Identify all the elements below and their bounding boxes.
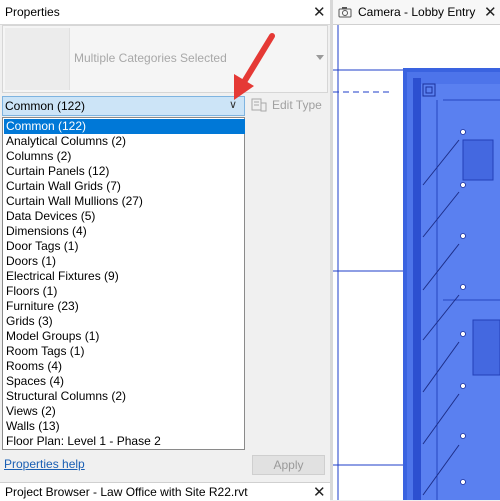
dropdown-item[interactable]: Columns (2) <box>4 149 245 164</box>
dropdown-item[interactable]: Spaces (4) <box>4 374 245 389</box>
dropdown-item[interactable]: Curtain Panels (12) <box>4 164 245 179</box>
type-selector-arrow-icon[interactable] <box>316 55 324 60</box>
camera-icon <box>338 7 352 18</box>
dropdown-item[interactable]: Walls (13) <box>4 419 245 434</box>
dropdown-item[interactable]: Data Devices (5) <box>4 209 245 224</box>
dropdown-item[interactable]: Grids (3) <box>4 314 245 329</box>
project-browser-title: Project Browser - Law Office with Site R… <box>5 485 248 499</box>
properties-help-link[interactable]: Properties help <box>4 457 85 471</box>
category-dropdown-list[interactable]: Common (122) Analytical Columns (2) Column… <box>2 117 245 450</box>
category-filter-value: Common (122) <box>5 99 86 113</box>
dropdown-item[interactable]: Curtain Wall Grids (7) <box>4 179 245 194</box>
dropdown-item[interactable]: Furniture (23) <box>4 299 245 314</box>
dropdown-item[interactable]: Model Groups (1) <box>4 329 245 344</box>
dropdown-item[interactable]: Views (2) <box>4 404 245 419</box>
dropdown-item[interactable]: Floors (1) <box>4 284 245 299</box>
project-browser-close-icon[interactable]: ✕ <box>313 485 326 500</box>
properties-title: Properties <box>5 5 60 19</box>
properties-close-icon[interactable]: ✕ <box>313 5 326 20</box>
annotation-arrow-icon <box>234 33 275 100</box>
apply-button[interactable]: Apply <box>252 455 325 475</box>
type-preview-thumbnail <box>5 28 70 90</box>
dropdown-item[interactable]: Door Tags (1) <box>4 239 245 254</box>
dropdown-item[interactable]: Room Tags (1) <box>4 344 245 359</box>
dropdown-item[interactable]: Electrical Fixtures (9) <box>4 269 245 284</box>
dropdown-item[interactable]: Structural Columns (2) <box>4 389 245 404</box>
dropdown-item[interactable]: Doors (1) <box>4 254 245 269</box>
dropdown-item[interactable]: Floor Plan: Level 1 - Phase 2 <box>4 434 245 449</box>
camera-viewport[interactable] <box>333 0 500 500</box>
dropdown-item[interactable]: Rooms (4) <box>4 359 245 374</box>
model-view-canvas[interactable] <box>333 0 500 500</box>
type-selector-label: Multiple Categories Selected <box>74 51 227 65</box>
view-tab-title: Camera - Lobby Entry <box>358 5 476 19</box>
dropdown-item[interactable]: Curtain Wall Mullions (27) <box>4 194 245 209</box>
dropdown-item[interactable]: Analytical Columns (2) <box>4 134 245 149</box>
dropdown-item[interactable]: Dimensions (4) <box>4 224 245 239</box>
dropdown-item[interactable]: Common (122) <box>4 119 245 134</box>
view-close-icon[interactable]: ✕ <box>484 5 497 20</box>
